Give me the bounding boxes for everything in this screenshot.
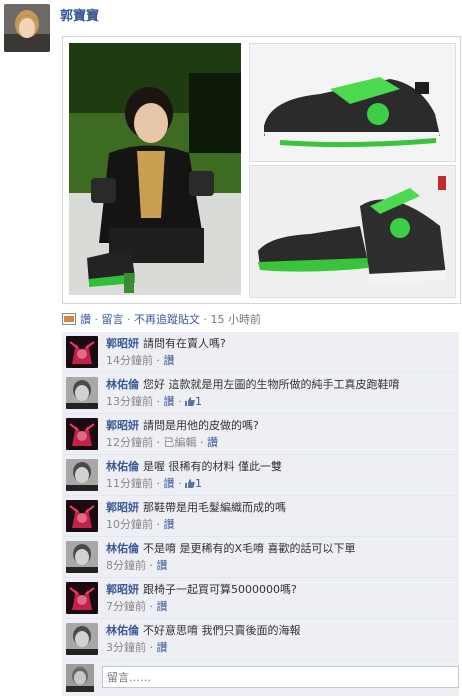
comment-author[interactable]: 林佑倫 <box>106 378 139 391</box>
like-count[interactable]: 1 <box>195 395 202 408</box>
unfollow-link[interactable]: 不再追蹤貼文 <box>134 313 200 326</box>
comment-text: 您好 這款就是用左圖的生物所做的純手工真皮跑鞋唷 <box>143 378 400 391</box>
poster-name[interactable]: 郭寶寶 <box>60 5 99 24</box>
edited-label[interactable]: 已編輯 <box>164 436 197 449</box>
comment-author[interactable]: 林佑倫 <box>106 460 139 473</box>
comment-timestamp[interactable]: 14分鐘前 <box>106 354 153 367</box>
comment-text: 請問有在賣人嗎? <box>143 337 226 350</box>
comment-author[interactable]: 林佑倫 <box>106 542 139 555</box>
comment-item: 郭昭妍 請問有在賣人嗎? 14分鐘前 · 讚 <box>62 332 459 373</box>
comment-like-link[interactable]: 讚 <box>157 600 168 613</box>
like-thumb-icon <box>185 478 195 488</box>
comment-timestamp[interactable]: 10分鐘前 <box>106 518 153 531</box>
comment-item: 林佑倫 是喔 很稀有的材料 僅此一雙 11分鐘前 · 讚 · 1 <box>62 455 459 496</box>
comment-item: 林佑倫 您好 這款就是用左圖的生物所做的純手工真皮跑鞋唷 13分鐘前 · 讚 · … <box>62 373 459 414</box>
reply-box <box>62 660 459 696</box>
avatar[interactable] <box>66 500 98 532</box>
comment-item: 郭昭妍 那鞋帶是用毛髮編織而成的嗎 10分鐘前 · 讚 <box>62 496 459 537</box>
shared-photo-set[interactable] <box>62 36 461 304</box>
comment-timestamp[interactable]: 7分鐘前 <box>106 600 146 613</box>
comment-like-link[interactable]: 讚 <box>164 477 175 490</box>
avatar[interactable] <box>66 336 98 368</box>
avatar[interactable] <box>66 459 98 491</box>
comment-author[interactable]: 郭昭妍 <box>106 337 139 350</box>
poster-avatar[interactable] <box>4 4 50 52</box>
comment-author[interactable]: 郭昭妍 <box>106 583 139 596</box>
comment-timestamp[interactable]: 11分鐘前 <box>106 477 153 490</box>
comment-text: 請問是用他的皮做的嗎? <box>143 419 259 432</box>
avatar[interactable] <box>66 664 94 692</box>
comment-item: 郭昭妍 跟椅子一起買可算5000000嗎? 7分鐘前 · 讚 <box>62 578 459 619</box>
poster-photo[interactable] <box>69 43 241 295</box>
comment-timestamp[interactable]: 12分鐘前 <box>106 436 153 449</box>
comment-text: 是喔 很稀有的材料 僅此一雙 <box>143 460 282 473</box>
comment-text: 那鞋帶是用毛髮編織而成的嗎 <box>143 501 286 514</box>
comment-timestamp[interactable]: 13分鐘前 <box>106 395 153 408</box>
comment-text: 跟椅子一起買可算5000000嗎? <box>143 583 297 596</box>
comment-like-link[interactable]: 讚 <box>207 436 218 449</box>
comment-item: 郭昭妍 請問是用他的皮做的嗎? 12分鐘前 · 已編輯 · 讚 <box>62 414 459 455</box>
like-link[interactable]: 讚 <box>80 313 91 326</box>
avatar[interactable] <box>66 582 98 614</box>
comment-item: 林佑倫 不是唷 是更稀有的X毛唷 喜歡的話可以下單 8分鐘前 · 讚 <box>62 537 459 578</box>
photo-icon <box>62 313 76 325</box>
comment-text: 不是唷 是更稀有的X毛唷 喜歡的話可以下單 <box>143 542 356 555</box>
comment-author[interactable]: 郭昭妍 <box>106 419 139 432</box>
shoe-photo-bottom[interactable] <box>249 165 456 298</box>
comment-like-link[interactable]: 讚 <box>164 518 175 531</box>
post-timestamp[interactable]: 15 小時前 <box>211 313 262 326</box>
comment-item: 林佑倫 不好意思唷 我們只賣後面的海報 3分鐘前 · 讚 <box>62 619 459 660</box>
comment-input[interactable] <box>102 666 459 688</box>
post-action-bar: 讚 · 留言 · 不再追蹤貼文 · 15 小時前 <box>62 311 261 329</box>
comment-timestamp[interactable]: 3分鐘前 <box>106 641 146 654</box>
avatar[interactable] <box>66 541 98 573</box>
comment-thread: 郭昭妍 請問有在賣人嗎? 14分鐘前 · 讚 林佑倫 您好 這款就是用左圖的生物所做… <box>62 332 459 696</box>
comment-like-link[interactable]: 讚 <box>157 641 168 654</box>
comment-author[interactable]: 林佑倫 <box>106 624 139 637</box>
comment-like-link[interactable]: 讚 <box>157 559 168 572</box>
comment-text: 不好意思唷 我們只賣後面的海報 <box>143 624 301 637</box>
shoe-photo-top[interactable] <box>249 43 456 162</box>
comment-author[interactable]: 郭昭妍 <box>106 501 139 514</box>
comment-link[interactable]: 留言 <box>102 313 124 326</box>
comment-like-link[interactable]: 讚 <box>164 395 175 408</box>
like-count[interactable]: 1 <box>195 477 202 490</box>
avatar[interactable] <box>66 623 98 655</box>
comment-like-link[interactable]: 讚 <box>164 354 175 367</box>
avatar[interactable] <box>66 377 98 409</box>
avatar[interactable] <box>66 418 98 450</box>
like-thumb-icon <box>185 396 195 406</box>
comment-timestamp[interactable]: 8分鐘前 <box>106 559 146 572</box>
